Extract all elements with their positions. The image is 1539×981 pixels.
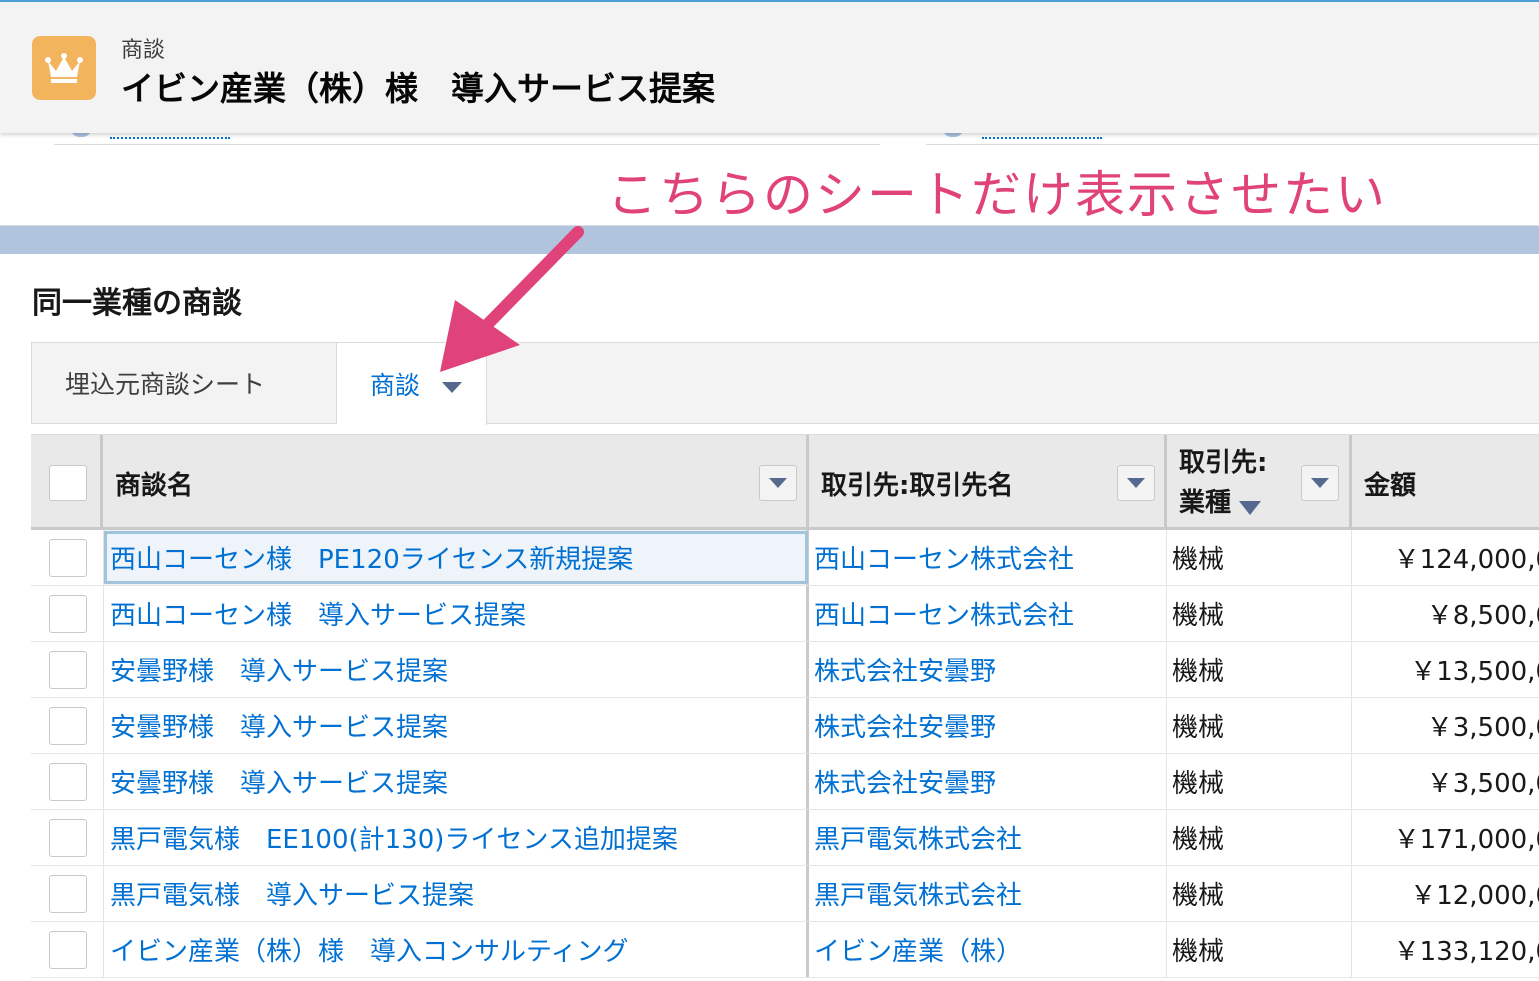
tab-embed-source-sheet[interactable]: 埋込元商談シート — [32, 343, 337, 423]
table-body: 西山コーセン様 PE120ライセンス新規提案 西山コーセン株式会社 機械 ￥12… — [31, 530, 1539, 978]
field-divider — [54, 143, 880, 145]
column-label: 金額 — [1364, 471, 1417, 501]
amount-cell: ￥13,500,0 — [1410, 657, 1539, 687]
record-title: イビン産業（株）様 導入サービス提案 — [121, 69, 715, 108]
column-label: 商談名 — [115, 471, 194, 501]
column-header-industry[interactable]: 取引先: 業種 — [1167, 435, 1352, 528]
table-header: 商談名 取引先:取引先名 取引先: 業種 金額 — [31, 434, 1539, 530]
opportunity-name-link[interactable]: 安曇野様 導入サービス提案 — [103, 698, 809, 753]
account-name-link[interactable]: 株式会社安曇野 — [809, 754, 1167, 809]
row-select-cell — [31, 754, 103, 809]
column-label: 取引先: 業種 — [1179, 443, 1267, 523]
industry-cell: 機械 — [1167, 810, 1352, 865]
row-checkbox[interactable] — [49, 874, 87, 913]
filter-icon — [1239, 501, 1262, 515]
crown-icon — [32, 36, 96, 100]
industry-cell: 機械 — [1167, 698, 1352, 753]
opportunity-name-link[interactable]: 安曇野様 導入サービス提案 — [103, 642, 809, 697]
chevron-down-icon[interactable] — [442, 381, 463, 393]
column-label-line1: 取引先: — [1179, 448, 1268, 478]
row-select-cell — [31, 810, 103, 865]
column-label-text: 業種 — [1179, 488, 1232, 518]
amount-cell: ￥3,500,0 — [1426, 713, 1539, 743]
background-band — [0, 226, 1539, 254]
industry-cell: 機械 — [1167, 586, 1352, 641]
column-label-line2: 業種 — [1179, 483, 1267, 523]
opportunity-name-link[interactable]: 黒戸電気様 EE100(計130)ライセンス追加提案 — [103, 810, 809, 865]
industry-cell: 機械 — [1167, 754, 1352, 809]
field-link[interactable] — [982, 133, 1102, 139]
account-name-link[interactable]: イビン産業（株） — [809, 922, 1167, 977]
account-name-link[interactable]: 黒戸電気株式会社 — [809, 810, 1167, 865]
tab-label: 埋込元商談シート — [65, 370, 266, 399]
amount-cell: ￥12,000,0 — [1410, 881, 1539, 911]
row-checkbox[interactable] — [49, 594, 87, 633]
chevron-down-icon[interactable] — [1301, 465, 1339, 501]
sheet-tabs: 埋込元商談シート 商談 — [31, 342, 1539, 425]
column-label: 取引先:取引先名 — [821, 471, 1014, 501]
tab-label: 商談 — [370, 371, 421, 400]
table-row: 安曇野様 導入サービス提案 株式会社安曇野 機械 ￥3,500,0 — [31, 754, 1539, 810]
select-all-checkbox[interactable] — [49, 465, 87, 501]
row-checkbox[interactable] — [49, 538, 87, 577]
account-name-link[interactable]: 株式会社安曇野 — [809, 698, 1167, 753]
account-name-link[interactable]: 西山コーセン株式会社 — [809, 586, 1167, 641]
amount-cell: ￥171,000,0 — [1393, 825, 1539, 855]
row-select-cell — [31, 698, 103, 753]
tab-opportunity[interactable]: 商談 — [337, 343, 487, 425]
row-select-cell — [31, 866, 103, 921]
column-header-name[interactable]: 商談名 — [103, 435, 809, 528]
account-name-link[interactable]: 西山コーセン株式会社 — [809, 530, 1167, 585]
related-opportunities-card: 同一業種の商談 埋込元商談シート 商談 商談名 取引先:取引先名 取引先: 業種… — [0, 254, 1539, 981]
opportunity-name-link[interactable]: 西山コーセン様 PE120ライセンス新規提案 — [103, 530, 809, 585]
table-row: 安曇野様 導入サービス提案 株式会社安曇野 機械 ￥3,500,0 — [31, 698, 1539, 754]
amount-cell: ￥133,120,0 — [1393, 937, 1539, 967]
row-select-cell — [31, 530, 103, 585]
table-row: 黒戸電気様 EE100(計130)ライセンス追加提案 黒戸電気株式会社 機械 ￥… — [31, 810, 1539, 866]
opportunity-name-link[interactable]: 安曇野様 導入サービス提案 — [103, 754, 809, 809]
table-row: 安曇野様 導入サービス提案 株式会社安曇野 機械 ￥13,500,0 — [31, 642, 1539, 698]
amount-cell: ￥8,500,0 — [1426, 601, 1539, 631]
record-header: 商談 イビン産業（株）様 導入サービス提案 — [0, 0, 1539, 133]
opportunity-name-link[interactable]: イビン産業（株）様 導入コンサルティング — [103, 922, 809, 977]
row-checkbox[interactable] — [49, 706, 87, 745]
object-label: 商談 — [121, 38, 166, 63]
header-select-cell — [31, 435, 103, 528]
row-checkbox[interactable] — [49, 930, 87, 969]
table-row: イビン産業（株）様 導入コンサルティング イビン産業（株） 機械 ￥133,12… — [31, 922, 1539, 978]
industry-cell: 機械 — [1167, 866, 1352, 921]
row-select-cell — [31, 922, 103, 977]
industry-cell: 機械 — [1167, 642, 1352, 697]
annotation-text: こちらのシートだけ表示させたい — [607, 166, 1387, 224]
record-details-card: こちらのシートだけ表示させたい — [0, 127, 1539, 226]
row-checkbox[interactable] — [49, 762, 87, 801]
table-row: 西山コーセン様 PE120ライセンス新規提案 西山コーセン株式会社 機械 ￥12… — [31, 530, 1539, 586]
column-header-account[interactable]: 取引先:取引先名 — [809, 435, 1167, 528]
row-checkbox[interactable] — [49, 650, 87, 689]
table-row: 西山コーセン様 導入サービス提案 西山コーセン株式会社 機械 ￥8,500,0 — [31, 586, 1539, 642]
section-title: 同一業種の商談 — [32, 286, 242, 321]
opportunity-name-link[interactable]: 西山コーセン様 導入サービス提案 — [103, 586, 809, 641]
account-name-link[interactable]: 黒戸電気株式会社 — [809, 866, 1167, 921]
industry-cell: 機械 — [1167, 922, 1352, 977]
opportunity-table: 商談名 取引先:取引先名 取引先: 業種 金額 西山コーセン様 PE120ライセ… — [31, 434, 1539, 978]
row-select-cell — [31, 642, 103, 697]
column-header-amount[interactable]: 金額 — [1352, 435, 1539, 528]
field-divider — [926, 143, 1539, 145]
chevron-down-icon[interactable] — [1117, 465, 1155, 501]
chevron-down-icon[interactable] — [759, 465, 797, 501]
row-checkbox[interactable] — [49, 818, 87, 857]
amount-cell: ￥124,000,0 — [1393, 545, 1539, 575]
account-name-link[interactable]: 株式会社安曇野 — [809, 642, 1167, 697]
opportunity-name-link[interactable]: 黒戸電気様 導入サービス提案 — [103, 866, 809, 921]
industry-cell: 機械 — [1167, 530, 1352, 585]
amount-cell: ￥3,500,0 — [1426, 769, 1539, 799]
table-row: 黒戸電気様 導入サービス提案 黒戸電気株式会社 機械 ￥12,000,0 — [31, 866, 1539, 922]
field-link[interactable] — [110, 133, 230, 139]
row-select-cell — [31, 586, 103, 641]
